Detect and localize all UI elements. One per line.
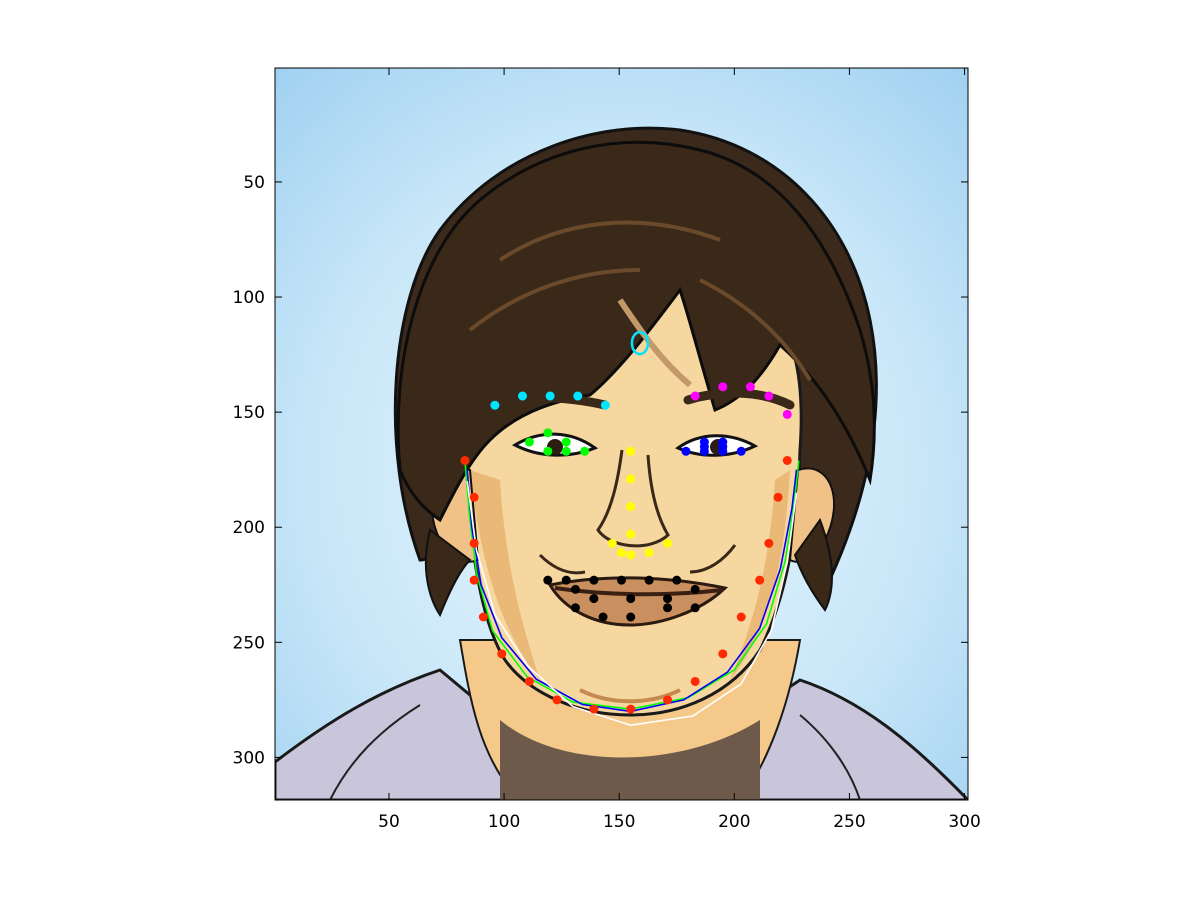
point-marker-4-7 — [644, 548, 654, 558]
point-marker-0-0 — [490, 400, 500, 410]
point-marker-5-0 — [543, 575, 553, 585]
point-marker-5-7 — [589, 594, 599, 604]
point-marker-4-0 — [626, 446, 636, 456]
point-marker-2-2 — [561, 437, 571, 447]
point-marker-3-7 — [699, 442, 709, 452]
x-tick-label-1: 100 — [488, 812, 520, 832]
point-marker-6-12 — [718, 649, 728, 659]
point-marker-5-2 — [589, 575, 599, 585]
point-marker-1-2 — [745, 382, 755, 392]
x-tick-label-2: 150 — [603, 812, 635, 832]
point-marker-2-1 — [543, 428, 553, 438]
y-tick-label-2: 150 — [233, 403, 265, 423]
point-marker-2-5 — [543, 446, 553, 456]
point-marker-6-0 — [460, 455, 470, 465]
y-tick-label-1: 100 — [233, 288, 265, 308]
point-marker-5-12 — [598, 612, 608, 622]
point-marker-2-3 — [580, 446, 590, 456]
point-marker-5-14 — [663, 603, 673, 613]
point-marker-5-5 — [672, 575, 682, 585]
point-marker-3-6 — [718, 442, 728, 452]
point-marker-4-3 — [626, 529, 636, 539]
point-marker-6-10 — [663, 695, 673, 705]
point-marker-6-1 — [469, 492, 479, 502]
point-marker-1-1 — [718, 382, 728, 392]
point-marker-6-3 — [469, 575, 479, 585]
point-marker-5-3 — [617, 575, 626, 585]
point-marker-0-4 — [600, 400, 610, 410]
point-marker-4-8 — [663, 538, 673, 548]
point-marker-6-9 — [626, 704, 636, 714]
point-marker-5-9 — [663, 594, 673, 604]
x-tick-label-4: 250 — [833, 812, 865, 832]
point-marker-3-0 — [681, 446, 691, 456]
point-marker-6-4 — [478, 612, 488, 622]
point-marker-5-11 — [570, 603, 580, 613]
point-marker-4-2 — [626, 502, 636, 512]
x-tick-label-5: 300 — [948, 812, 980, 832]
point-marker-4-4 — [607, 538, 617, 548]
point-marker-6-17 — [782, 455, 792, 465]
point-marker-5-13 — [626, 612, 636, 622]
figure: 50 100 150 200 250 300 50 100 150 200 250 300 — [233, 67, 981, 832]
point-marker-0-2 — [545, 391, 555, 401]
point-marker-4-6 — [626, 550, 636, 560]
point-marker-5-4 — [644, 575, 654, 585]
point-marker-6-2 — [469, 538, 479, 548]
point-marker-0-3 — [573, 391, 583, 401]
point-marker-6-8 — [589, 704, 599, 714]
point-marker-1-0 — [690, 391, 700, 401]
point-marker-6-16 — [773, 492, 783, 502]
point-marker-0-1 — [518, 391, 527, 401]
point-marker-2-0 — [524, 437, 534, 447]
point-marker-1-3 — [764, 391, 774, 401]
y-tick-label-0: 50 — [243, 173, 265, 193]
y-tick-label-4: 250 — [233, 633, 265, 653]
point-marker-6-6 — [524, 676, 534, 686]
x-tick-label-0: 50 — [378, 812, 400, 832]
point-marker-4-1 — [626, 474, 636, 484]
point-marker-2-4 — [561, 446, 571, 456]
point-marker-6-13 — [736, 612, 746, 622]
y-tick-label-5: 300 — [233, 748, 265, 768]
point-marker-6-14 — [755, 575, 765, 585]
point-marker-5-6 — [570, 584, 580, 594]
point-marker-6-5 — [497, 649, 507, 659]
y-tick-label-3: 200 — [233, 518, 265, 538]
point-marker-5-8 — [626, 594, 636, 604]
point-marker-5-1 — [561, 575, 571, 585]
point-marker-3-3 — [736, 446, 746, 456]
point-marker-6-11 — [690, 676, 700, 686]
face-photo — [275, 68, 968, 800]
point-marker-6-15 — [764, 538, 774, 548]
point-marker-6-7 — [552, 695, 562, 705]
x-tick-label-3: 200 — [718, 812, 750, 832]
point-marker-5-10 — [690, 584, 700, 594]
point-marker-1-4 — [782, 409, 792, 419]
point-marker-5-15 — [690, 603, 700, 613]
point-marker-4-5 — [617, 548, 626, 558]
